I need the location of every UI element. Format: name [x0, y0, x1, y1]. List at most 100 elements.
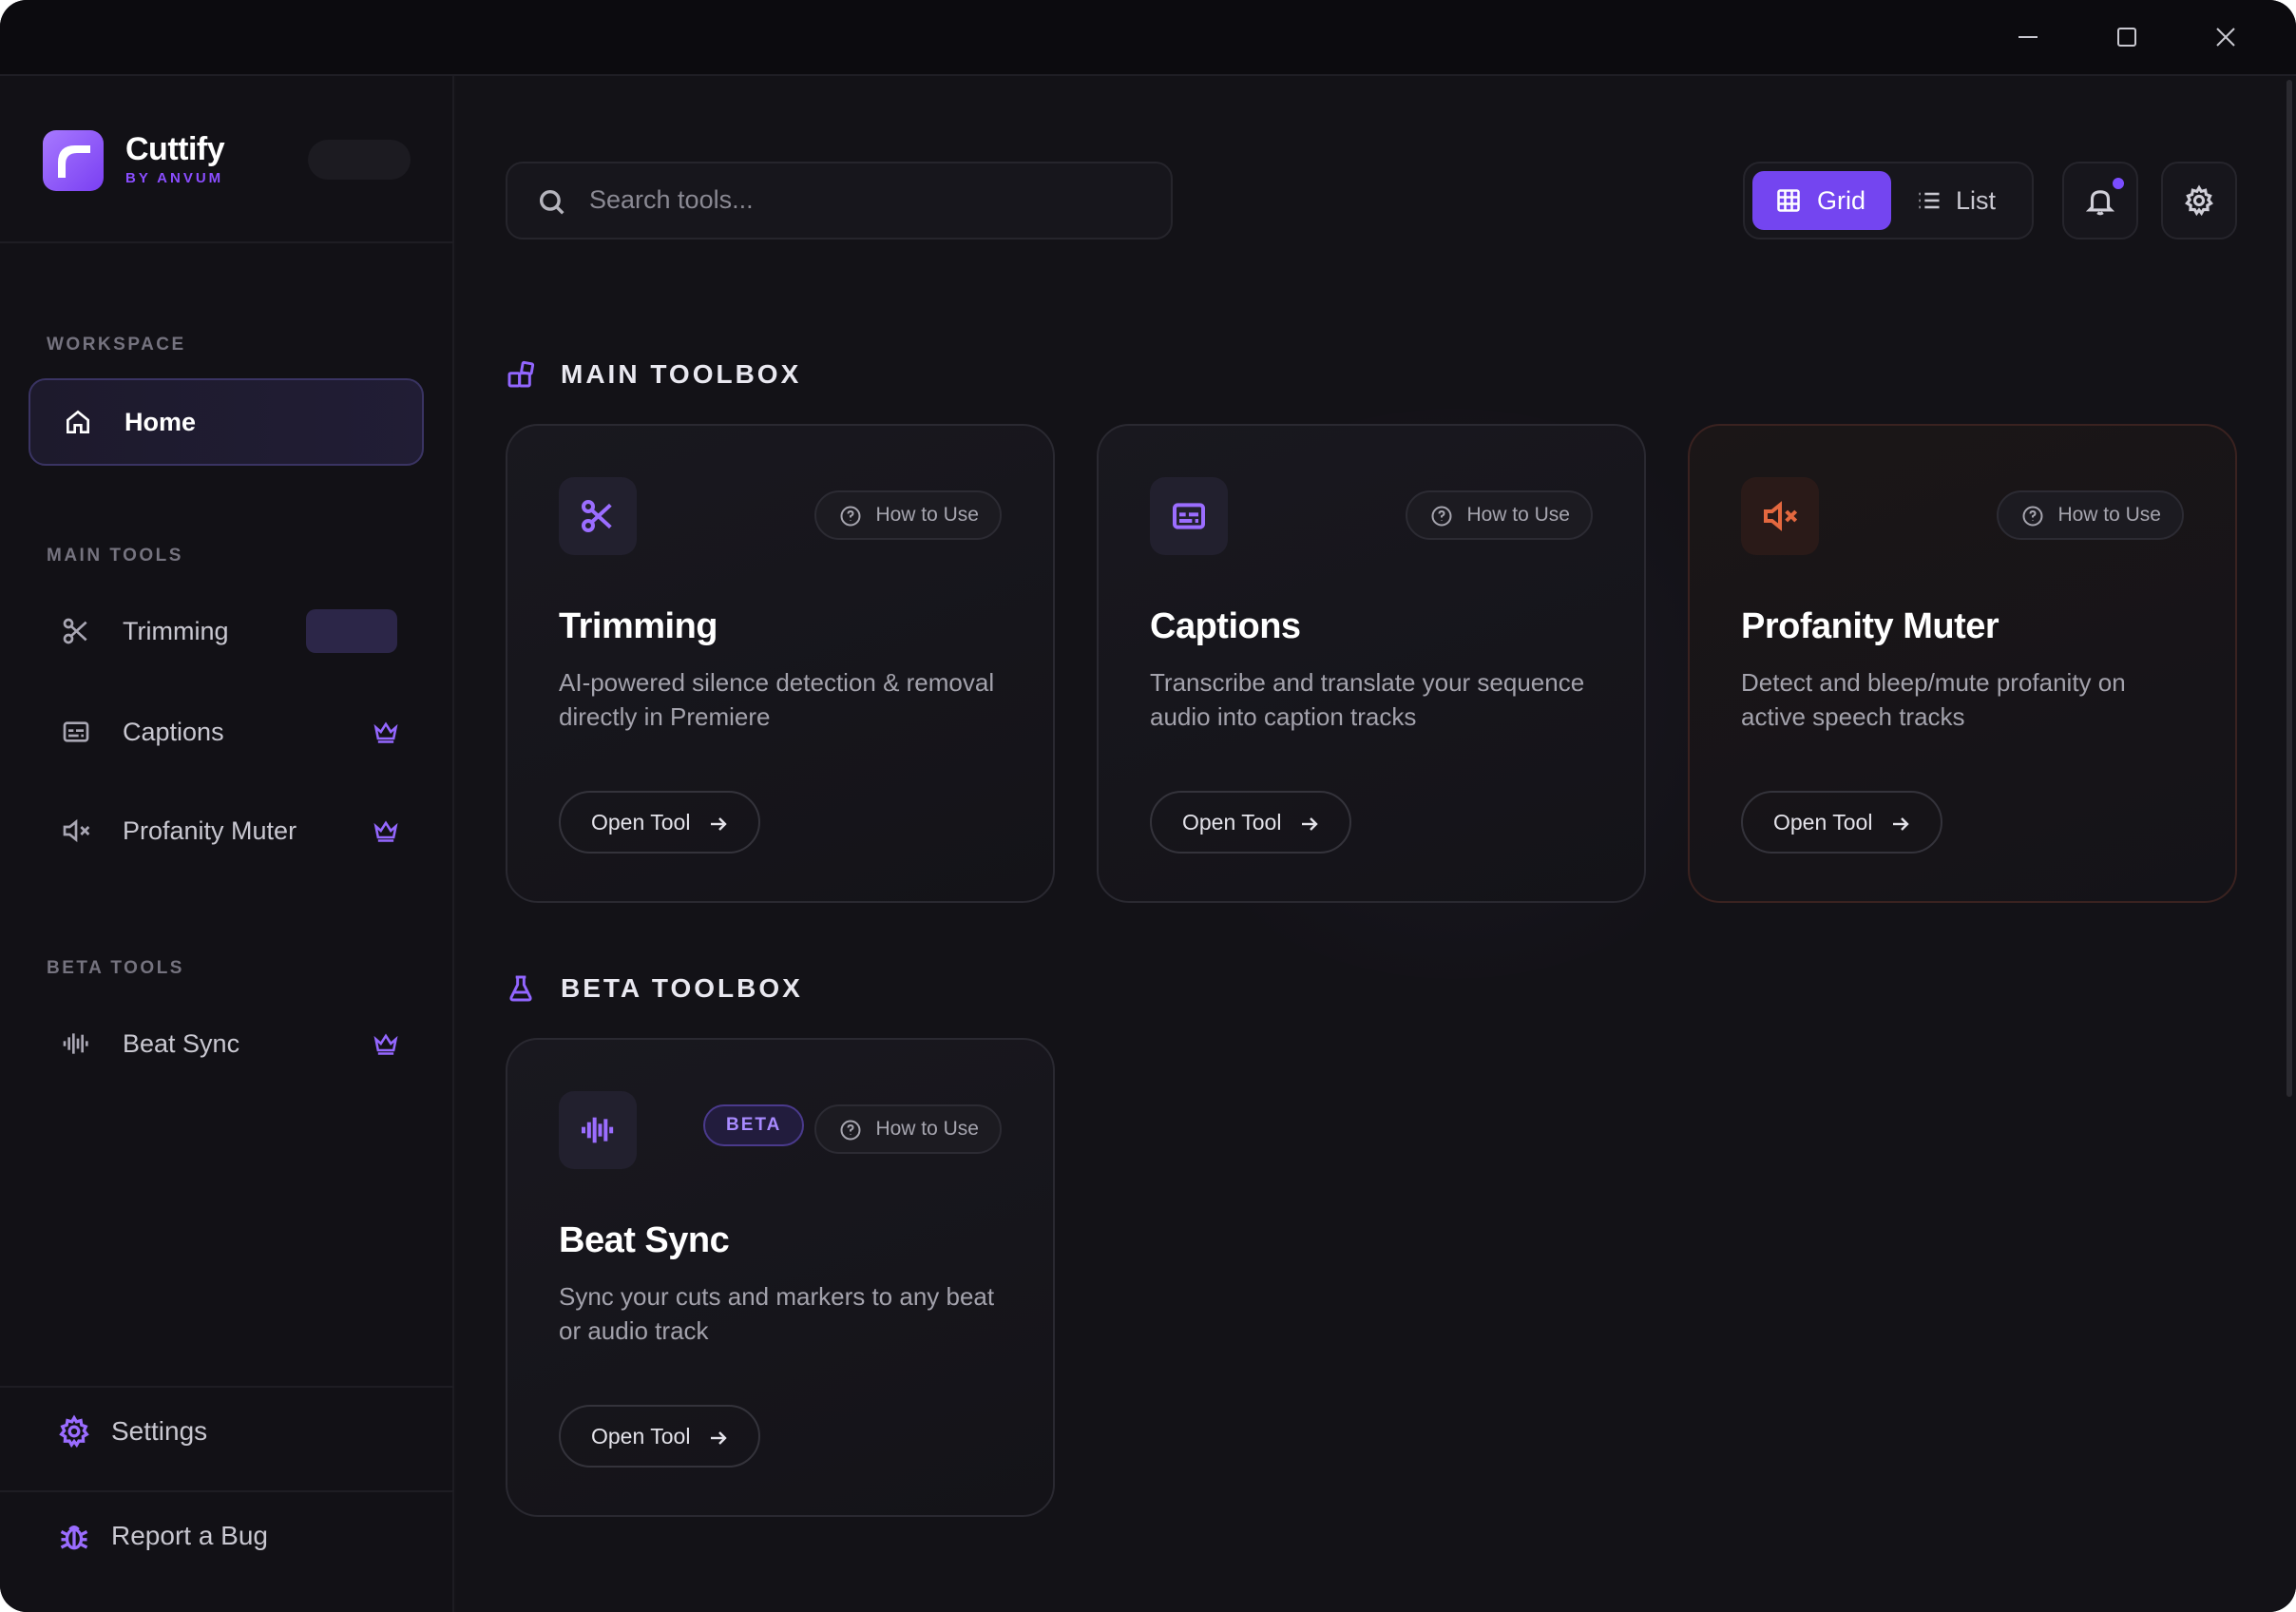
app-window: Cuttify BY ANVUM WORKSPACE Home MAIN TOO… [0, 0, 2296, 1612]
search-placeholder: Search tools... [589, 185, 754, 214]
sidebar-item-captions[interactable]: Captions [29, 688, 424, 776]
flask-icon [509, 975, 532, 1002]
arrow-right-icon [707, 1427, 730, 1449]
sidebar-item-label: Trimming [123, 616, 229, 645]
active-tool-indicator [306, 609, 397, 653]
how-to-use-button[interactable]: How to Use [1406, 490, 1593, 540]
card-description: Detect and bleep/mute profanity on activ… [1741, 668, 2126, 731]
minimize-button[interactable] [1979, 0, 2077, 74]
notifications-button[interactable] [2062, 162, 2138, 240]
app-logo [43, 130, 104, 191]
main-tools-label: MAIN TOOLS [47, 546, 183, 566]
how-to-use-label: How to Use [875, 504, 979, 526]
sidebar-item-label: Beat Sync [123, 1028, 240, 1058]
beta-badge: BETA [703, 1104, 805, 1146]
help-circle-icon [839, 1119, 862, 1142]
settings-button[interactable] [2161, 162, 2237, 240]
how-to-use-button[interactable]: How to Use [814, 490, 1002, 540]
search-input[interactable]: Search tools... [506, 162, 1173, 240]
sidebar-item-trimming[interactable]: Trimming [29, 587, 424, 675]
toolbox-icon [507, 360, 535, 388]
gear-icon [55, 1412, 93, 1450]
notification-dot [2110, 175, 2127, 192]
open-tool-button[interactable]: Open Tool [1741, 791, 1943, 854]
search-icon [536, 186, 568, 219]
crown-icon [373, 817, 399, 844]
workspace-label: WORKSPACE [47, 335, 186, 355]
arrow-right-icon [1298, 813, 1321, 835]
open-tool-button[interactable]: Open Tool [559, 1405, 761, 1468]
how-to-use-button[interactable]: How to Use [814, 1104, 1002, 1154]
report-bug-link[interactable]: Report a Bug [0, 1490, 454, 1580]
tool-card-profanity-muter: How to Use Profanity Muter Detect and bl… [1688, 424, 2237, 903]
main-content: Search tools... Grid List MAIN TOOLBOX H… [456, 76, 2296, 1612]
mute-icon [1741, 477, 1819, 555]
card-description: Transcribe and translate your sequence a… [1150, 668, 1585, 731]
tool-card-trimming: How to Use Trimming AI-powered silence d… [506, 424, 1055, 903]
main-toolbox-heading: MAIN TOOLBOX [506, 355, 798, 393]
arrow-right-icon [707, 813, 730, 835]
grid-view-label: Grid [1817, 185, 1866, 215]
scissors-icon [59, 614, 93, 648]
home-icon [61, 405, 95, 439]
view-toggle: Grid List [1743, 162, 2034, 240]
help-circle-icon [839, 505, 862, 528]
list-view-label: List [1956, 185, 1997, 215]
open-tool-button[interactable]: Open Tool [1150, 791, 1352, 854]
how-to-use-label: How to Use [1466, 504, 1570, 526]
sidebar-item-profanity-muter[interactable]: Profanity Muter [29, 787, 424, 874]
tool-card-beat-sync: BETA How to Use Beat Sync Sync your cuts… [506, 1038, 1055, 1517]
how-to-use-button[interactable]: How to Use [1997, 490, 2184, 540]
close-button[interactable] [2176, 0, 2275, 74]
main-scrollbar[interactable] [2286, 80, 2292, 1097]
beta-toolbox-heading: BETA TOOLBOX [506, 969, 800, 1008]
waveform-icon [559, 1091, 637, 1169]
brand-header: Cuttify BY ANVUM [0, 76, 454, 243]
maximize-button[interactable] [2077, 0, 2176, 74]
list-view-button[interactable]: List [1899, 171, 2028, 230]
grid-view-button[interactable]: Grid [1752, 171, 1891, 230]
maximize-icon [2117, 28, 2136, 47]
card-title: Profanity Muter [1741, 606, 1999, 646]
minimize-icon [2019, 36, 2038, 38]
close-icon [2216, 28, 2235, 47]
help-circle-icon [2021, 505, 2044, 528]
card-title: Trimming [559, 606, 718, 646]
how-to-use-label: How to Use [2057, 504, 2161, 526]
card-description: Sync your cuts and markers to any beat o… [559, 1282, 995, 1345]
list-icon [1919, 192, 1940, 209]
bug-icon [55, 1517, 93, 1555]
captions-icon [59, 715, 93, 749]
crown-icon [373, 719, 399, 745]
how-to-use-label: How to Use [875, 1118, 979, 1140]
open-tool-label: Open Tool [591, 809, 691, 835]
card-title: Captions [1150, 606, 1301, 646]
help-circle-icon [1430, 505, 1453, 528]
settings-link[interactable]: Settings [0, 1386, 454, 1475]
brand-status-pill [308, 140, 411, 180]
sidebar: Cuttify BY ANVUM WORKSPACE Home MAIN TOO… [0, 76, 454, 1612]
brand-subtitle: BY ANVUM [125, 170, 224, 186]
waveform-icon [59, 1027, 93, 1061]
scissors-icon [559, 477, 637, 555]
open-tool-button[interactable]: Open Tool [559, 791, 761, 854]
grid-icon [1777, 189, 1800, 212]
crown-icon [373, 1030, 399, 1057]
beta-tools-label: BETA TOOLS [47, 958, 184, 978]
open-tool-label: Open Tool [1773, 809, 1873, 835]
sidebar-item-beat-sync[interactable]: Beat Sync [29, 1000, 424, 1087]
brand-name: Cuttify [125, 131, 225, 167]
card-description: AI-powered silence detection & removal d… [559, 668, 995, 731]
sidebar-item-label: Profanity Muter [123, 816, 297, 845]
settings-label: Settings [111, 1416, 208, 1446]
report-bug-label: Report a Bug [111, 1521, 268, 1550]
sidebar-item-label: Captions [123, 717, 224, 746]
gear-icon [2185, 184, 2213, 217]
sidebar-item-label: Home [124, 407, 197, 436]
section-title: BETA TOOLBOX [561, 973, 803, 1003]
card-title: Beat Sync [559, 1220, 730, 1260]
mute-icon [59, 814, 93, 848]
sidebar-item-home[interactable]: Home [29, 378, 424, 466]
title-bar [0, 0, 2296, 76]
arrow-right-icon [1889, 813, 1912, 835]
